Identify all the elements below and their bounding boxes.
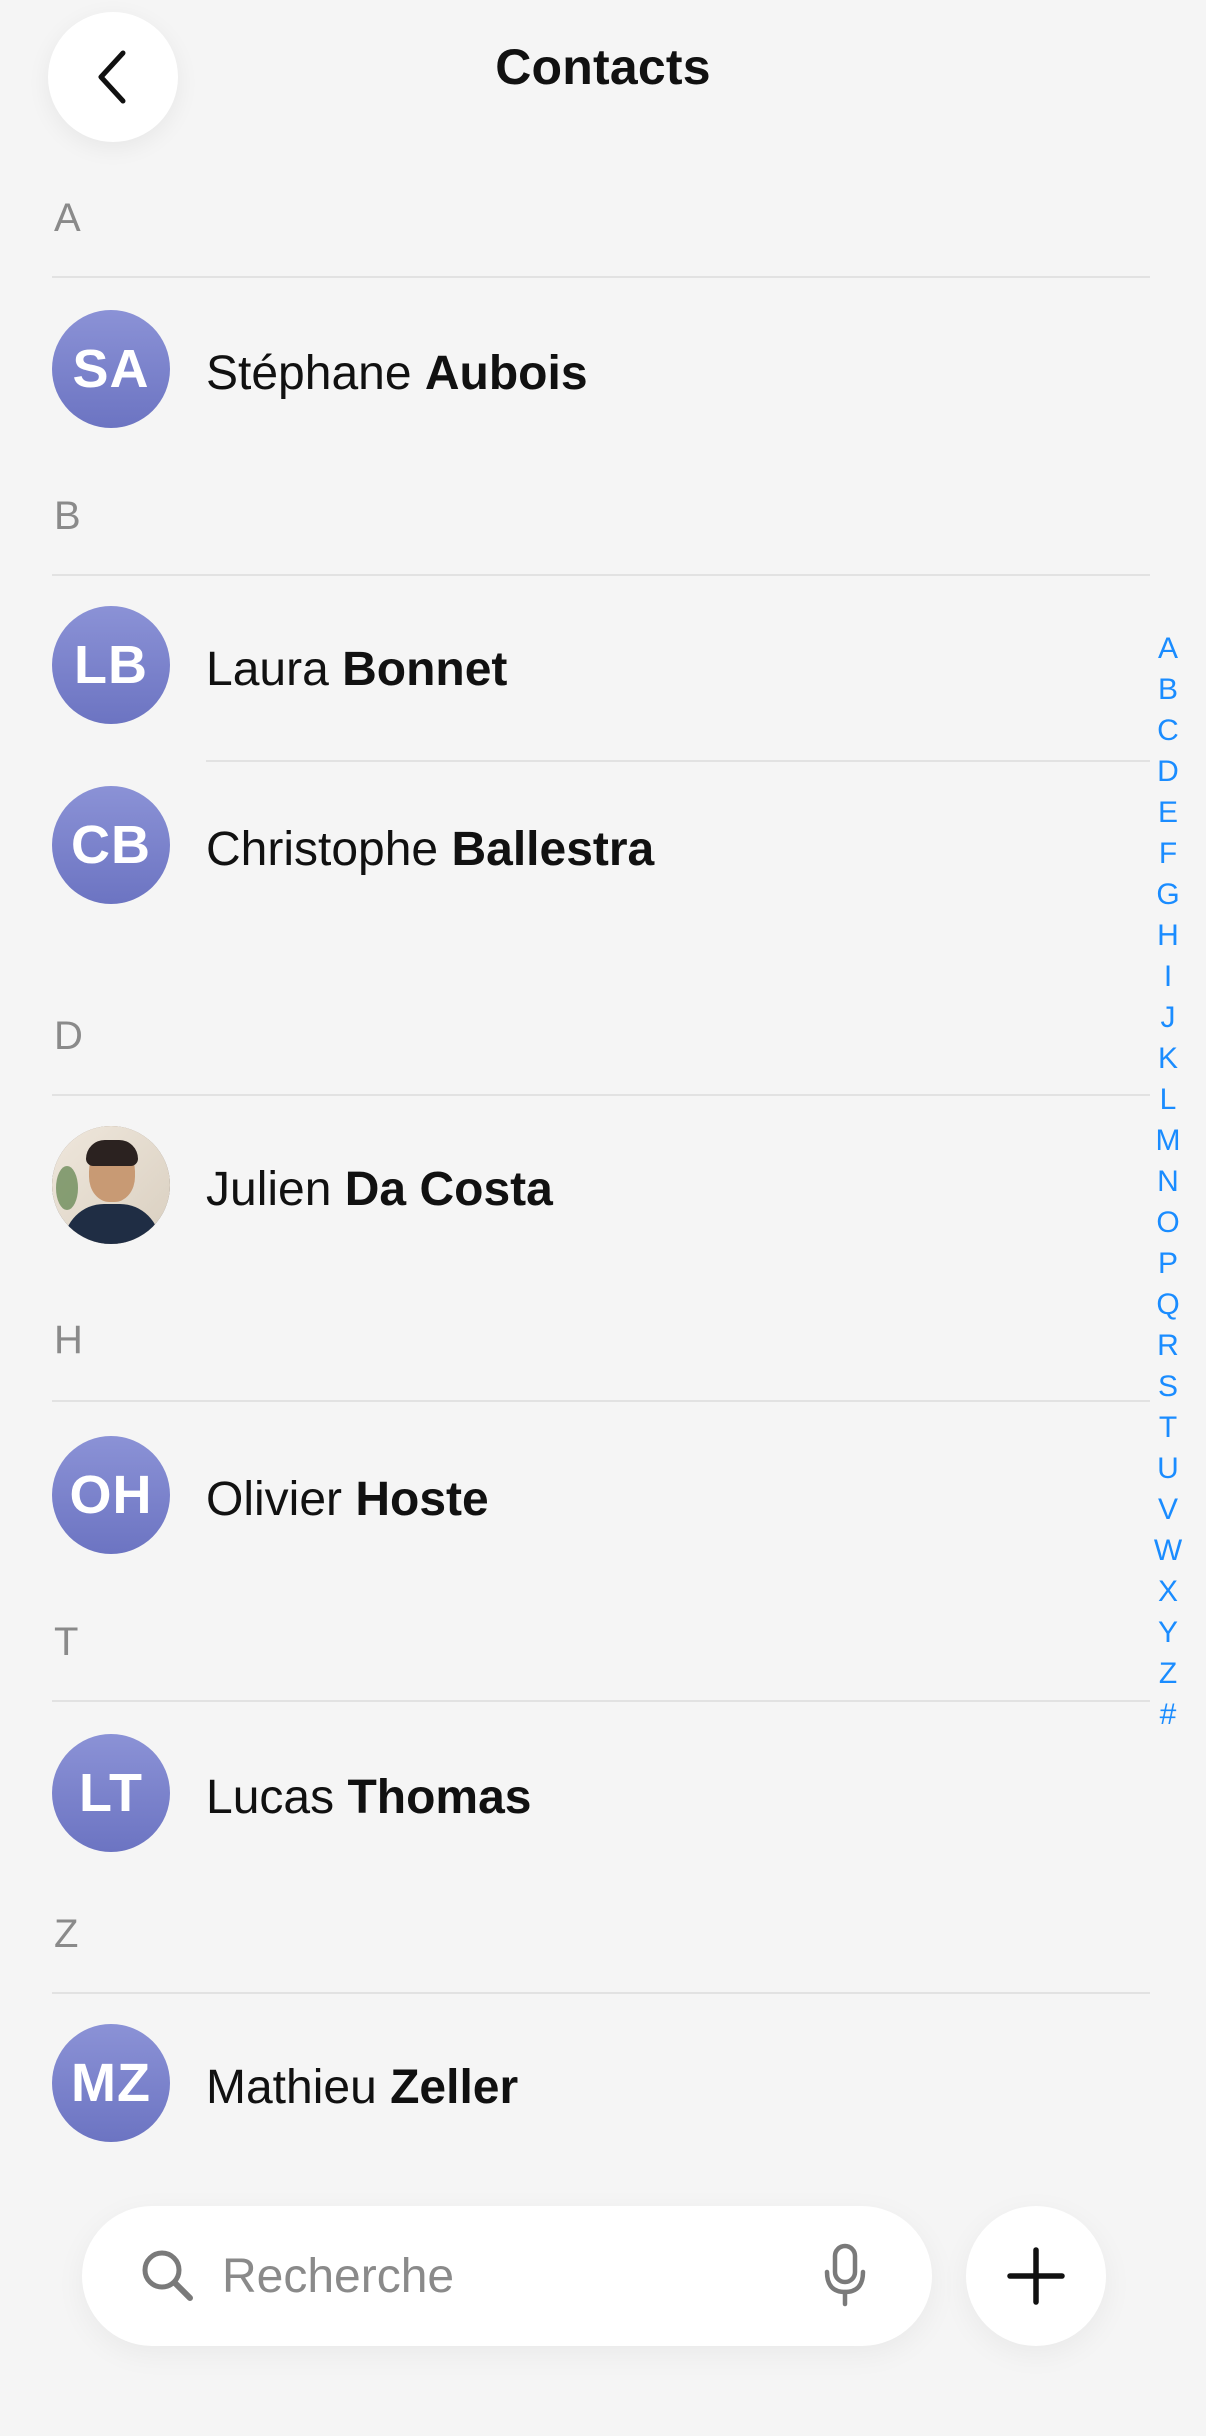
contact-last-name: Bonnet	[342, 643, 508, 696]
section-header-d: D	[54, 1014, 83, 1058]
contact-last-name: Ballestra	[451, 823, 655, 876]
index-letter[interactable]: T	[1159, 1407, 1177, 1448]
contact-row[interactable]: LT Lucas Thomas	[0, 1724, 1150, 1864]
index-letter[interactable]: Q	[1156, 1284, 1179, 1325]
index-letter[interactable]: X	[1158, 1571, 1178, 1612]
contact-name: Olivier Hoste	[206, 1472, 489, 1527]
contact-first-name: Julien	[206, 1163, 332, 1216]
contact-first-name: Christophe	[206, 823, 439, 876]
row-divider	[206, 760, 1150, 762]
contact-last-name: Da Costa	[344, 1163, 553, 1216]
index-letter[interactable]: D	[1157, 751, 1179, 792]
contact-first-name: Lucas	[206, 1771, 335, 1824]
section-header-t: T	[54, 1620, 79, 1664]
index-letter[interactable]: K	[1158, 1038, 1178, 1079]
section-header-a: A	[54, 196, 81, 240]
index-letter[interactable]: M	[1156, 1120, 1181, 1161]
search-icon	[142, 2250, 193, 2301]
index-letter[interactable]: L	[1160, 1079, 1177, 1120]
header: Contacts	[0, 0, 1206, 142]
index-letter[interactable]: O	[1156, 1202, 1179, 1243]
contact-name: Mathieu Zeller	[206, 2060, 518, 2115]
section-header-z: Z	[54, 1912, 79, 1956]
index-letter[interactable]: A	[1158, 628, 1178, 669]
section-header-h: H	[54, 1318, 83, 1362]
index-letter[interactable]: V	[1158, 1489, 1178, 1530]
contact-row[interactable]: MZ Mathieu Zeller	[0, 2014, 1150, 2154]
page-title: Contacts	[495, 39, 711, 95]
index-letter[interactable]: N	[1157, 1161, 1179, 1202]
index-letter[interactable]: E	[1158, 792, 1178, 833]
avatar: OH	[52, 1436, 170, 1554]
index-letter[interactable]: W	[1154, 1530, 1182, 1571]
index-letter[interactable]: C	[1157, 710, 1179, 751]
contact-row[interactable]: SA Stéphane Aubois	[0, 300, 1150, 440]
contact-row[interactable]: OH Olivier Hoste	[0, 1426, 1150, 1566]
add-contact-button[interactable]	[966, 2206, 1106, 2346]
contact-first-name: Mathieu	[206, 2061, 377, 2114]
contact-last-name: Zeller	[390, 2061, 519, 2114]
index-letter[interactable]: P	[1158, 1243, 1178, 1284]
contact-row[interactable]: LB Laura Bonnet	[0, 596, 1150, 736]
section-divider	[52, 1094, 1150, 1096]
section-divider	[52, 1992, 1150, 1994]
contact-row[interactable]: CB Christophe Ballestra	[0, 776, 1150, 916]
contact-name: Julien Da Costa	[206, 1162, 553, 1217]
avatar: MZ	[52, 2024, 170, 2142]
search-bar[interactable]	[82, 2206, 932, 2346]
index-letter[interactable]: F	[1159, 833, 1177, 874]
index-letter[interactable]: Z	[1159, 1653, 1177, 1694]
contact-name: Laura Bonnet	[206, 642, 507, 697]
avatar: LB	[52, 606, 170, 724]
contact-last-name: Aubois	[424, 347, 588, 400]
index-letter[interactable]: Y	[1158, 1612, 1178, 1653]
index-letter[interactable]: #	[1160, 1694, 1177, 1735]
index-letter[interactable]: J	[1161, 997, 1176, 1038]
contact-name: Lucas Thomas	[206, 1770, 531, 1825]
index-letter[interactable]: U	[1157, 1448, 1179, 1489]
section-divider	[52, 276, 1150, 278]
avatar: CB	[52, 786, 170, 904]
plus-icon	[1007, 2247, 1065, 2305]
contact-row[interactable]: Julien Da Costa	[0, 1116, 1150, 1256]
index-letter[interactable]: H	[1157, 915, 1179, 956]
alphabet-index[interactable]: A B C D E F G H I J K L M N O P Q R S T …	[1148, 628, 1188, 1735]
contact-name: Christophe Ballestra	[206, 822, 654, 877]
avatar: LT	[52, 1734, 170, 1852]
section-divider	[52, 1400, 1150, 1402]
index-letter[interactable]: R	[1157, 1325, 1179, 1366]
contact-name: Stéphane Aubois	[206, 346, 588, 401]
microphone-icon[interactable]	[822, 2242, 868, 2310]
contact-last-name: Hoste	[355, 1473, 489, 1526]
contact-first-name: Laura	[206, 643, 329, 696]
contact-first-name: Olivier	[206, 1473, 343, 1526]
contact-last-name: Thomas	[347, 1771, 532, 1824]
section-divider	[52, 574, 1150, 576]
index-letter[interactable]: S	[1158, 1366, 1178, 1407]
avatar: SA	[52, 310, 170, 428]
search-input[interactable]	[222, 2244, 742, 2308]
index-letter[interactable]: G	[1156, 874, 1179, 915]
section-divider	[52, 1700, 1150, 1702]
contact-first-name: Stéphane	[206, 347, 412, 400]
contact-photo	[52, 1126, 170, 1244]
index-letter[interactable]: B	[1158, 669, 1178, 710]
section-header-b: B	[54, 494, 81, 538]
index-letter[interactable]: I	[1164, 956, 1172, 997]
